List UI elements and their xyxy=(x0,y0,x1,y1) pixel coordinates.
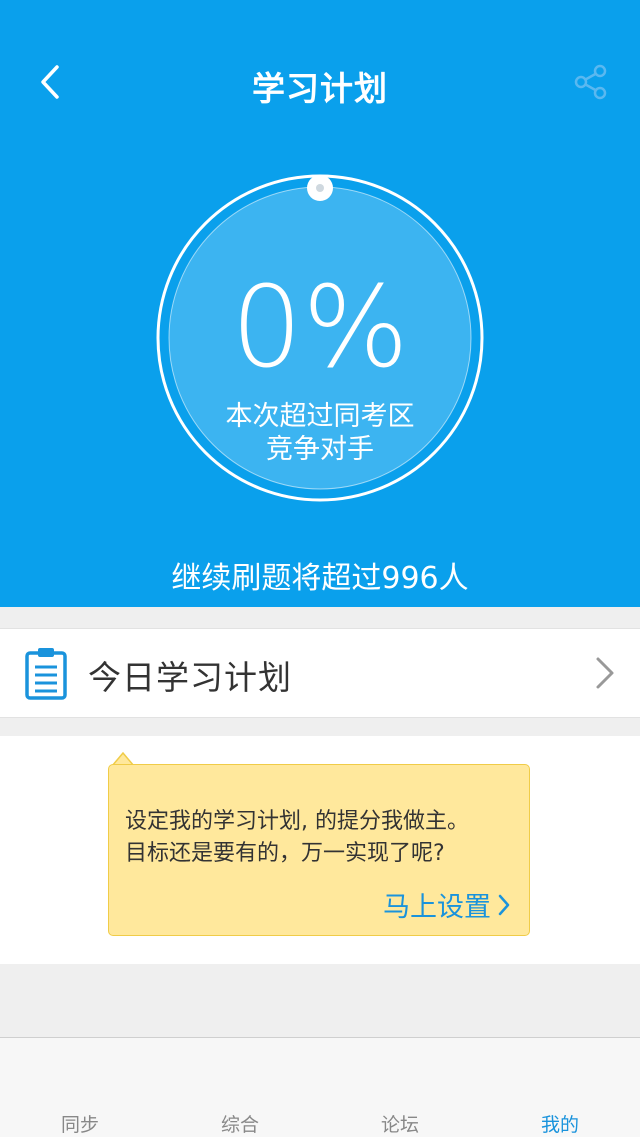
chevron-right-icon xyxy=(498,894,510,915)
tab-label: 我的 xyxy=(540,1114,579,1136)
progress-caption-line2: 竞争对手 xyxy=(266,434,374,465)
plan-tip-box: 设定我的学习计划, 的提分我做主。 目标还是要有的，万一实现了呢? 马上设置 xyxy=(108,764,530,936)
progress-indicator-dot xyxy=(307,175,333,201)
share-icon xyxy=(574,64,607,100)
today-plan-label: 今日学习计划 xyxy=(88,658,292,697)
set-now-label: 马上设置 xyxy=(383,892,491,923)
plan-tip-section: 设定我的学习计划, 的提分我做主。 目标还是要有的，万一实现了呢? 马上设置 xyxy=(0,736,640,964)
tab-forum[interactable]: 论坛 xyxy=(320,1038,480,1137)
page-title: 学习计划 xyxy=(252,69,388,108)
progress-percent: 0% xyxy=(231,263,409,393)
progress-header: 学习计划 0% 本次超过同考区 竞争对手 继续刷题将超过996人 xyxy=(0,0,640,607)
tip-text-line1: 设定我的学习计划, 的提分我做主。 xyxy=(125,809,469,834)
today-plan-row[interactable]: 今日学习计划 xyxy=(0,628,640,718)
bottom-tab-bar: 同步 综合 论坛 我的 xyxy=(0,1037,640,1137)
progress-caption-line1: 本次超过同考区 xyxy=(225,401,415,432)
set-now-link[interactable]: 马上设置 xyxy=(383,885,511,924)
tab-label: 综合 xyxy=(220,1114,259,1136)
tab-comprehensive[interactable]: 综合 xyxy=(160,1038,320,1137)
clipboard-icon xyxy=(25,648,67,700)
share-button[interactable] xyxy=(570,62,612,102)
tab-label: 论坛 xyxy=(380,1114,419,1136)
chevron-right-icon xyxy=(596,657,614,689)
tip-text-line2: 目标还是要有的，万一实现了呢? xyxy=(125,841,445,866)
tab-sync[interactable]: 同步 xyxy=(0,1038,160,1137)
progress-footer-note: 继续刷题将超过996人 xyxy=(171,561,469,596)
tab-mine[interactable]: 我的 xyxy=(480,1038,640,1137)
tab-label: 同步 xyxy=(60,1114,99,1136)
